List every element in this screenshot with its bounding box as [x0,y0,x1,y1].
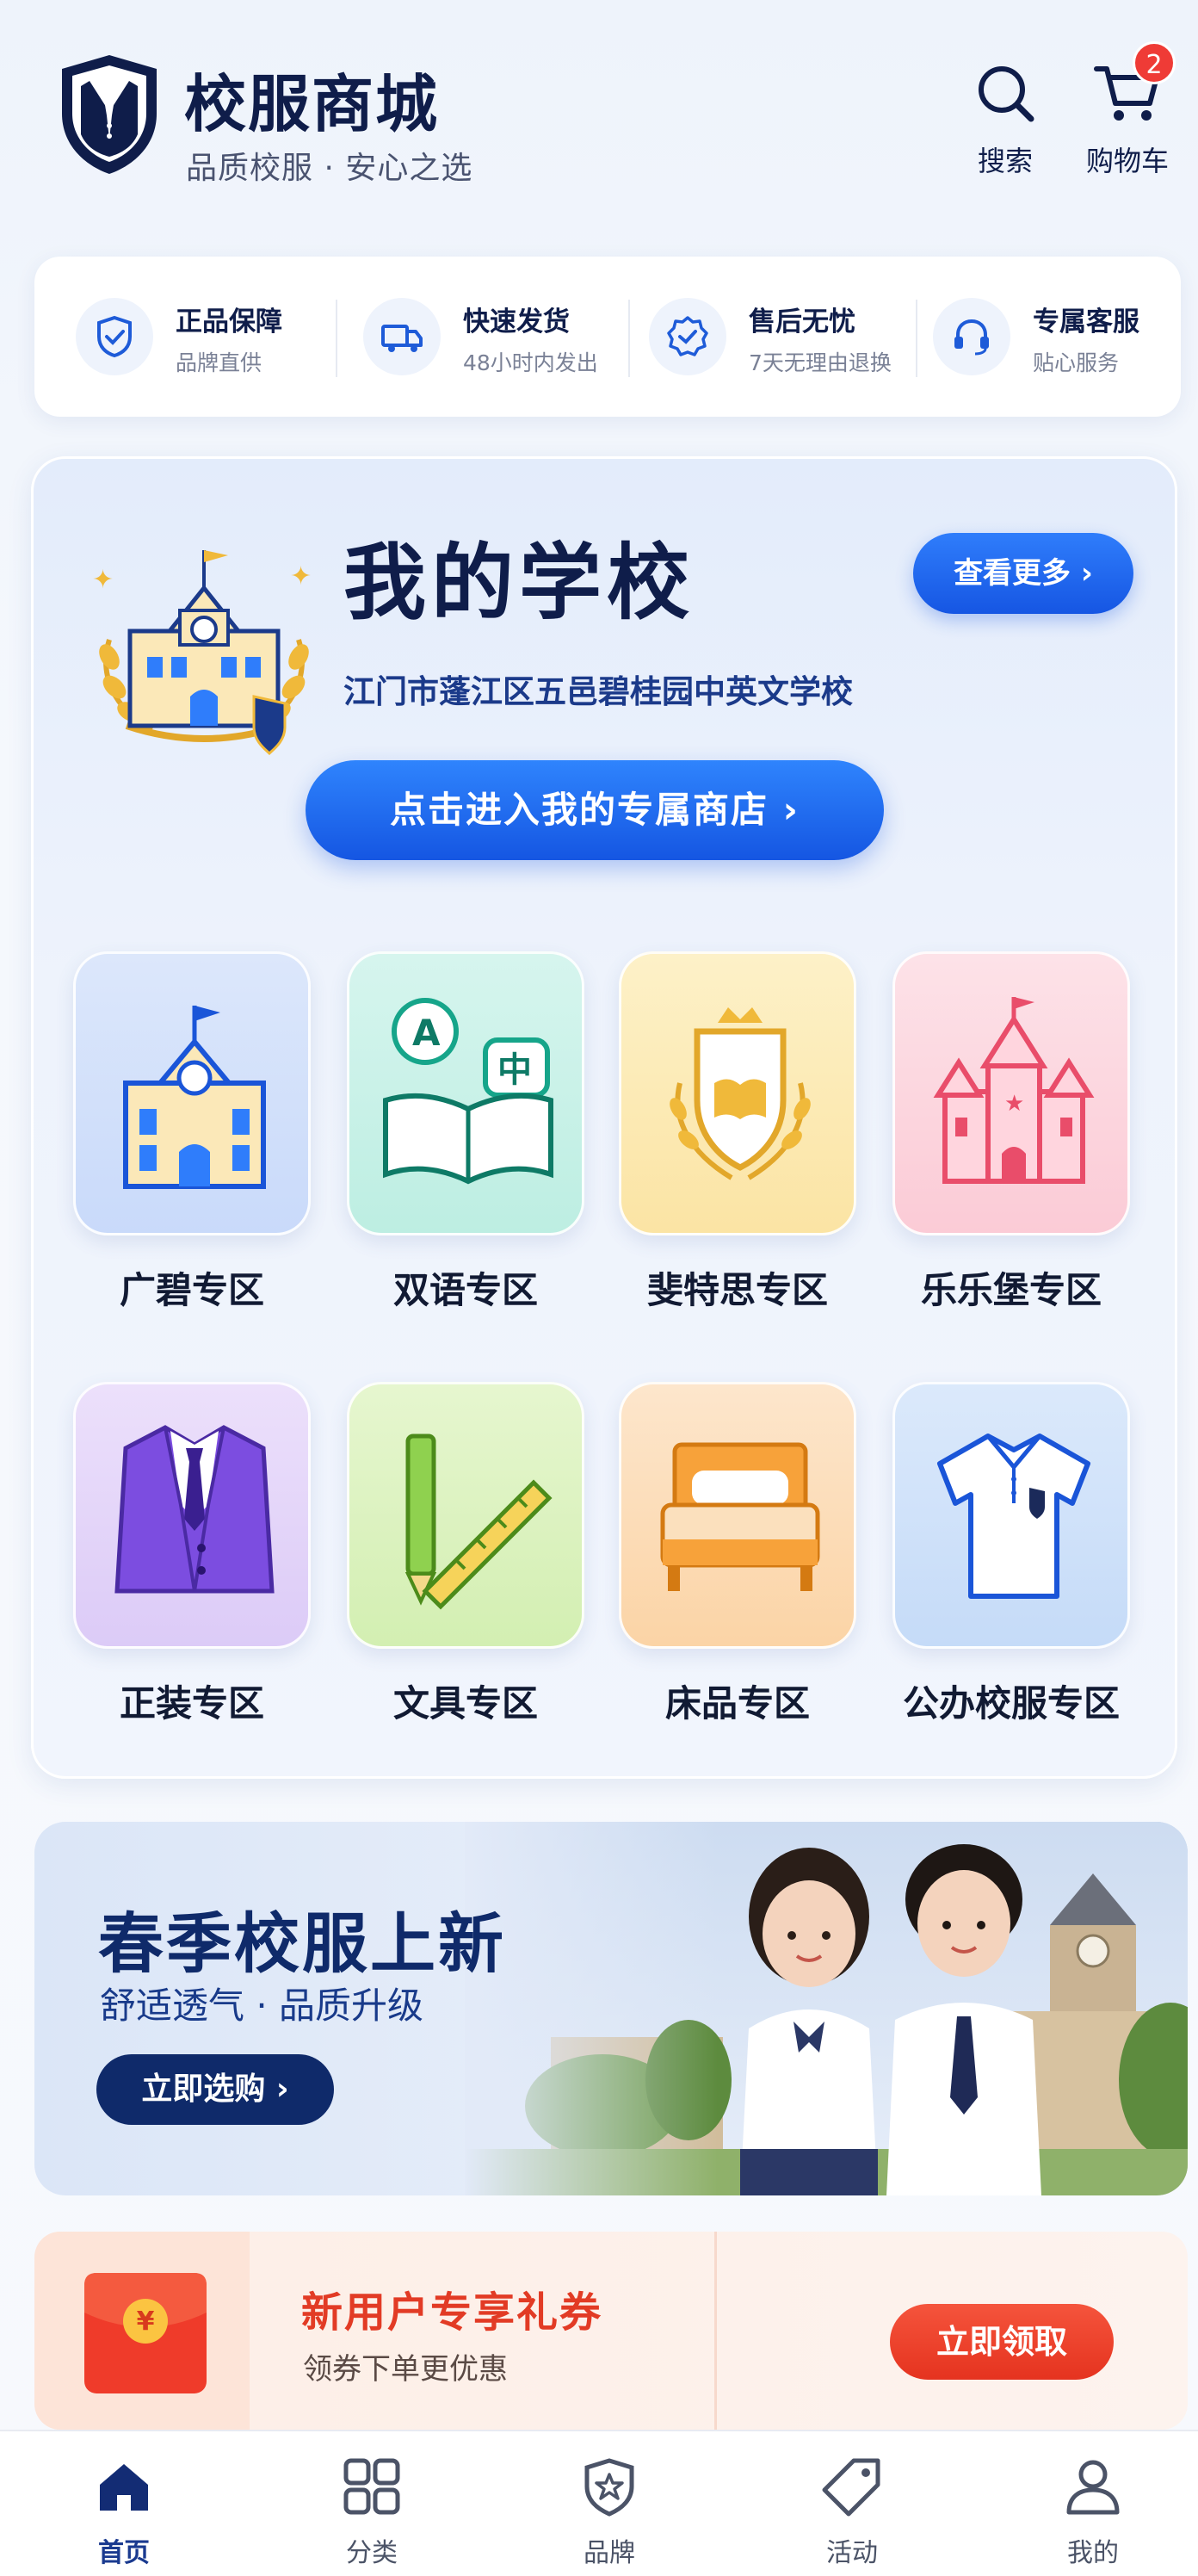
nav-profile[interactable]: 我的 [1024,2455,1162,2569]
nav-label: 品牌 [584,2538,635,2568]
service-title: 正品保障 [176,307,282,337]
zone-label: 乐乐堡专区 [920,1269,1102,1311]
service-title: 售后无忧 [749,307,855,337]
my-school-card: ✦ ✦ 我的学校 查看更多 › 江门市蓬江区五邑碧桂园中英文学校 点击进入我的专… [31,456,1177,1779]
service-item: 正品保障 品牌直供 [40,257,320,417]
shield-check-icon [97,315,132,358]
service-subtitle: 48小时内发出 [463,350,598,375]
service-subtitle: 贴心服务 [1033,350,1120,375]
bottom-nav: 首页 分类 品牌 活动 我的 [0,2430,1198,2576]
service-subtitle: 7天无理由退换 [749,350,892,375]
cart-count-badge: 2 [1133,41,1176,84]
brand-shield-icon [584,2458,634,2517]
app-header: 校服商城 品质校服 · 安心之选 搜索 2 购物车 [0,0,1198,224]
banner-title: 春季校服上新 [98,1905,506,1982]
zone-tile: A 中 [347,951,584,1235]
stationery-icon [404,1434,553,1610]
nav-brand[interactable]: 品牌 [540,2455,678,2569]
nav-home[interactable]: 首页 [55,2455,193,2569]
school-section-title: 我的学校 [343,535,695,631]
bed-icon [660,1442,820,1591]
suit-icon [114,1425,275,1594]
zone-label: 斐特思专区 [646,1269,828,1311]
svg-text:A: A [412,1012,441,1054]
crest-book-icon [670,1007,811,1180]
search-label: 搜索 [977,145,1033,177]
home-icon [100,2464,148,2511]
coupon-symbol: ¥ [137,2307,155,2337]
claim-coupon-button[interactable]: 立即领取 [890,2304,1114,2380]
nav-label: 首页 [98,2538,150,2568]
truck-icon [381,325,423,352]
cart-button[interactable]: 2 购物车 [1076,41,1179,179]
service-item: 售后无忧 7天无理由退换 [613,257,893,417]
service-strip: 正品保障 品牌直供 快速发货 48小时内发出 售后无忧 7天无理由退换 专属客服… [34,257,1181,417]
zone-tile [73,1382,311,1649]
shop-now-button[interactable]: 立即选购 › [96,2054,334,2125]
nav-label: 我的 [1067,2538,1119,2568]
zone-tile [892,1382,1130,1649]
service-item: 快速发货 48小时内发出 [327,257,608,417]
headset-icon [954,319,989,356]
polo-shirt-icon [937,1434,1090,1599]
badge-check-icon [667,316,708,356]
new-user-coupon: ¥ 新用户专享礼券 领券下单更优惠 立即领取 [34,2232,1188,2430]
service-title: 专属客服 [1033,307,1139,337]
nav-label: 活动 [826,2538,878,2568]
search-icon [979,66,1034,122]
zone-guangbi[interactable]: 广碧专区 [73,951,311,1314]
logo-icon [62,55,157,174]
service-title: 快速发货 [463,307,570,337]
zone-lelebao[interactable]: ★ 乐乐堡专区 [892,951,1130,1314]
nav-label: 分类 [346,2538,398,2568]
zone-label: 双语专区 [392,1269,538,1311]
grid-icon [343,2458,400,2515]
zone-tile [73,951,311,1235]
zone-label: 广碧专区 [119,1269,264,1311]
bilingual-book-icon: A 中 [383,998,553,1185]
coupon-title: 新用户专享礼券 [301,2288,603,2337]
tag-icon [822,2458,880,2517]
zone-feitesi[interactable]: 斐特思专区 [619,951,856,1314]
search-button[interactable]: 搜索 [954,59,1057,179]
zone-label: 文具专区 [392,1682,538,1725]
service-subtitle: 品牌直供 [176,350,262,375]
svg-text:✦: ✦ [92,565,114,595]
zone-tile [619,1382,856,1649]
zone-label: 正装专区 [119,1682,264,1725]
service-item: 专属客服 贴心服务 [897,257,1177,417]
students-photo [465,1822,1188,2195]
red-envelope-icon: ¥ [84,2273,207,2393]
svg-text:中: 中 [497,1050,532,1090]
view-more-button[interactable]: 查看更多 › [913,533,1133,614]
zone-stationery[interactable]: 文具专区 [347,1382,584,1727]
nav-category[interactable]: 分类 [303,2455,441,2569]
svg-text:✦: ✦ [290,561,312,591]
enter-shop-button[interactable]: 点击进入我的专属商店 › [306,760,884,860]
svg-text:★: ★ [1004,1091,1024,1117]
zone-bilingual[interactable]: A 中 双语专区 [347,951,584,1314]
zone-label: 公办校服专区 [902,1682,1120,1725]
nav-activity[interactable]: 活动 [783,2455,921,2569]
zone-formal[interactable]: 正装专区 [73,1382,311,1727]
coupon-divider [714,2232,717,2430]
zone-label: 床品专区 [664,1682,810,1725]
coupon-subtitle: 领券下单更优惠 [303,2352,508,2387]
zone-tile: ★ [892,951,1130,1235]
school-name: 江门市蓬江区五邑碧桂园中英文学校 [343,673,853,710]
zone-bedding[interactable]: 床品专区 [619,1382,856,1727]
school-building-icon [123,1006,266,1189]
school-emblem-icon: ✦ ✦ [92,550,312,756]
castle-icon: ★ [933,997,1095,1184]
zone-tile [347,1382,584,1649]
zone-tile [619,951,856,1235]
zone-public-uniform[interactable]: 公办校服专区 [892,1382,1130,1727]
user-icon [1066,2460,1120,2515]
spring-banner[interactable]: 春季校服上新 舒适透气 · 品质升级 立即选购 › [34,1822,1188,2195]
banner-subtitle: 舒适透气 · 品质升级 [100,1985,424,2027]
cart-label: 购物车 [1085,145,1169,177]
app-title: 校服商城 [184,68,440,140]
app-subtitle: 品质校服 · 安心之选 [186,151,473,186]
